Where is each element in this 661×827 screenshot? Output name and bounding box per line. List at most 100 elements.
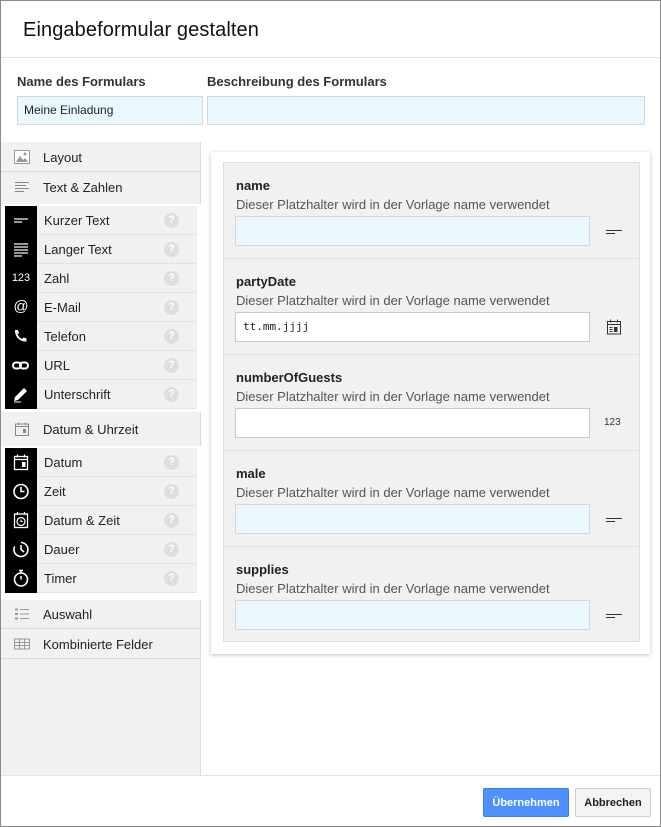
field-description: Dieser Platzhalter wird in der Vorlage n…	[236, 581, 550, 596]
stopwatch-icon	[5, 564, 37, 593]
palette-item-phone[interactable]: Telefon ?	[5, 322, 197, 351]
short-text-icon	[5, 206, 37, 235]
form-description-input[interactable]	[207, 96, 645, 125]
calendar-icon	[5, 448, 37, 477]
number-input[interactable]	[235, 408, 590, 438]
palette-item-label: Timer	[44, 571, 77, 586]
number-glyph: 123	[11, 272, 31, 284]
category-layout[interactable]: Layout	[1, 142, 200, 172]
duration-icon	[5, 535, 37, 564]
palette-item-label: Kurzer Text	[44, 213, 110, 228]
field-palette-sidebar: Layout Text & Zahlen Kurzer Text ? Lange…	[1, 142, 201, 775]
help-icon[interactable]: ?	[164, 513, 179, 528]
long-text-icon	[5, 235, 37, 264]
at-glyph: @	[13, 298, 29, 315]
help-icon[interactable]: ?	[164, 358, 179, 373]
category-text-numbers[interactable]: Text & Zahlen	[1, 172, 200, 202]
category-date-time[interactable]: Datum & Uhrzeit	[1, 414, 200, 444]
help-icon[interactable]: ?	[164, 571, 179, 586]
text-number-items: Kurzer Text ? Langer Text ? 123 Zahl ? @	[1, 204, 201, 412]
number-icon: 123	[604, 415, 624, 431]
palette-item-date[interactable]: Datum ?	[5, 448, 197, 477]
dialog-title: Eingabeformular gestalten	[23, 19, 259, 41]
help-icon[interactable]: ?	[164, 213, 179, 228]
field-input[interactable]	[235, 216, 590, 246]
help-icon[interactable]: ?	[164, 455, 179, 470]
category-label: Auswahl	[43, 607, 93, 622]
field-name: numberOfGuests	[236, 370, 343, 385]
palette-item-label: Dauer	[44, 542, 80, 557]
number-glyph: 123	[604, 417, 621, 428]
date-input[interactable]: tt.mm.jjjj	[235, 312, 590, 342]
palette-item-label: Zeit	[44, 484, 66, 499]
form-description-label: Beschreibung des Formulars	[207, 74, 387, 89]
help-icon[interactable]: ?	[164, 242, 179, 257]
category-selection[interactable]: Auswahl	[1, 599, 200, 629]
palette-item-label: Datum	[44, 455, 83, 470]
help-icon[interactable]: ?	[164, 387, 179, 402]
field-description: Dieser Platzhalter wird in der Vorlage n…	[236, 389, 550, 404]
dialog-footer: Übernehmen Abbrechen	[1, 775, 660, 826]
field-name: partyDate	[236, 274, 296, 289]
image-icon	[14, 150, 30, 164]
field-description: Dieser Platzhalter wird in der Vorlage n…	[236, 197, 550, 212]
palette-item-timer[interactable]: Timer ?	[5, 564, 197, 593]
text-lines-icon	[14, 180, 30, 194]
form-field-number-of-guests[interactable]: numberOfGuests Dieser Platzhalter wird i…	[224, 355, 639, 451]
form-fields-list: name Dieser Platzhalter wird in der Vorl…	[223, 162, 640, 642]
category-label: Text & Zahlen	[43, 180, 123, 195]
palette-item-label: Unterschrift	[44, 387, 111, 402]
phone-icon	[5, 322, 37, 351]
dialog-header: Eingabeformular gestalten	[1, 1, 660, 58]
field-input[interactable]	[235, 600, 590, 630]
form-field-name[interactable]: name Dieser Platzhalter wird in der Vorl…	[224, 163, 639, 259]
palette-item-long-text[interactable]: Langer Text ?	[5, 235, 197, 264]
help-icon[interactable]: ?	[164, 329, 179, 344]
list-icon	[14, 607, 30, 621]
field-name: male	[236, 466, 266, 481]
short-text-icon	[604, 511, 624, 527]
palette-item-short-text[interactable]: Kurzer Text ?	[5, 206, 197, 235]
form-name-input[interactable]: Meine Einladung	[17, 96, 203, 125]
calendar-icon	[14, 422, 30, 436]
palette-item-label: Zahl	[44, 271, 70, 286]
category-label: Layout	[43, 150, 83, 165]
help-icon[interactable]: ?	[164, 300, 179, 315]
palette-item-label: URL	[44, 358, 71, 373]
form-designer-dialog: Eingabeformular gestalten Name des Formu…	[0, 0, 661, 827]
clock-icon	[5, 477, 37, 506]
help-icon[interactable]: ?	[164, 484, 179, 499]
palette-item-email[interactable]: @ E-Mail ?	[5, 293, 197, 322]
palette-item-duration[interactable]: Dauer ?	[5, 535, 197, 564]
field-description: Dieser Platzhalter wird in der Vorlage n…	[236, 485, 550, 500]
palette-item-label: Telefon	[44, 329, 86, 344]
help-icon[interactable]: ?	[164, 542, 179, 557]
form-field-party-date[interactable]: partyDate Dieser Platzhalter wird in der…	[224, 259, 639, 355]
category-combined-fields[interactable]: Kombinierte Felder	[1, 629, 200, 659]
pen-icon	[5, 380, 37, 409]
apply-button[interactable]: Übernehmen	[483, 788, 569, 817]
palette-item-label: Langer Text	[44, 242, 112, 257]
category-label: Kombinierte Felder	[43, 637, 153, 652]
field-input[interactable]	[235, 504, 590, 534]
help-icon[interactable]: ?	[164, 271, 179, 286]
number-icon: 123	[5, 264, 37, 293]
at-icon: @	[5, 293, 37, 322]
palette-item-number[interactable]: 123 Zahl ?	[5, 264, 197, 293]
palette-item-signature[interactable]: Unterschrift ?	[5, 380, 197, 409]
short-text-icon	[604, 607, 624, 623]
field-name: name	[236, 178, 270, 193]
palette-item-date-time[interactable]: Datum & Zeit ?	[5, 506, 197, 535]
alarm-clock-icon	[5, 506, 37, 535]
link-icon	[5, 351, 37, 380]
table-icon	[14, 637, 30, 651]
form-field-male[interactable]: male Dieser Platzhalter wird in der Vorl…	[224, 451, 639, 547]
palette-item-time[interactable]: Zeit ?	[5, 477, 197, 506]
form-field-supplies[interactable]: supplies Dieser Platzhalter wird in der …	[224, 547, 639, 643]
palette-item-label: E-Mail	[44, 300, 81, 315]
palette-item-label: Datum & Zeit	[44, 513, 120, 528]
palette-item-url[interactable]: URL ?	[5, 351, 197, 380]
cancel-button[interactable]: Abbrechen	[575, 788, 651, 817]
calendar-icon	[604, 319, 624, 335]
category-label: Datum & Uhrzeit	[43, 422, 139, 437]
